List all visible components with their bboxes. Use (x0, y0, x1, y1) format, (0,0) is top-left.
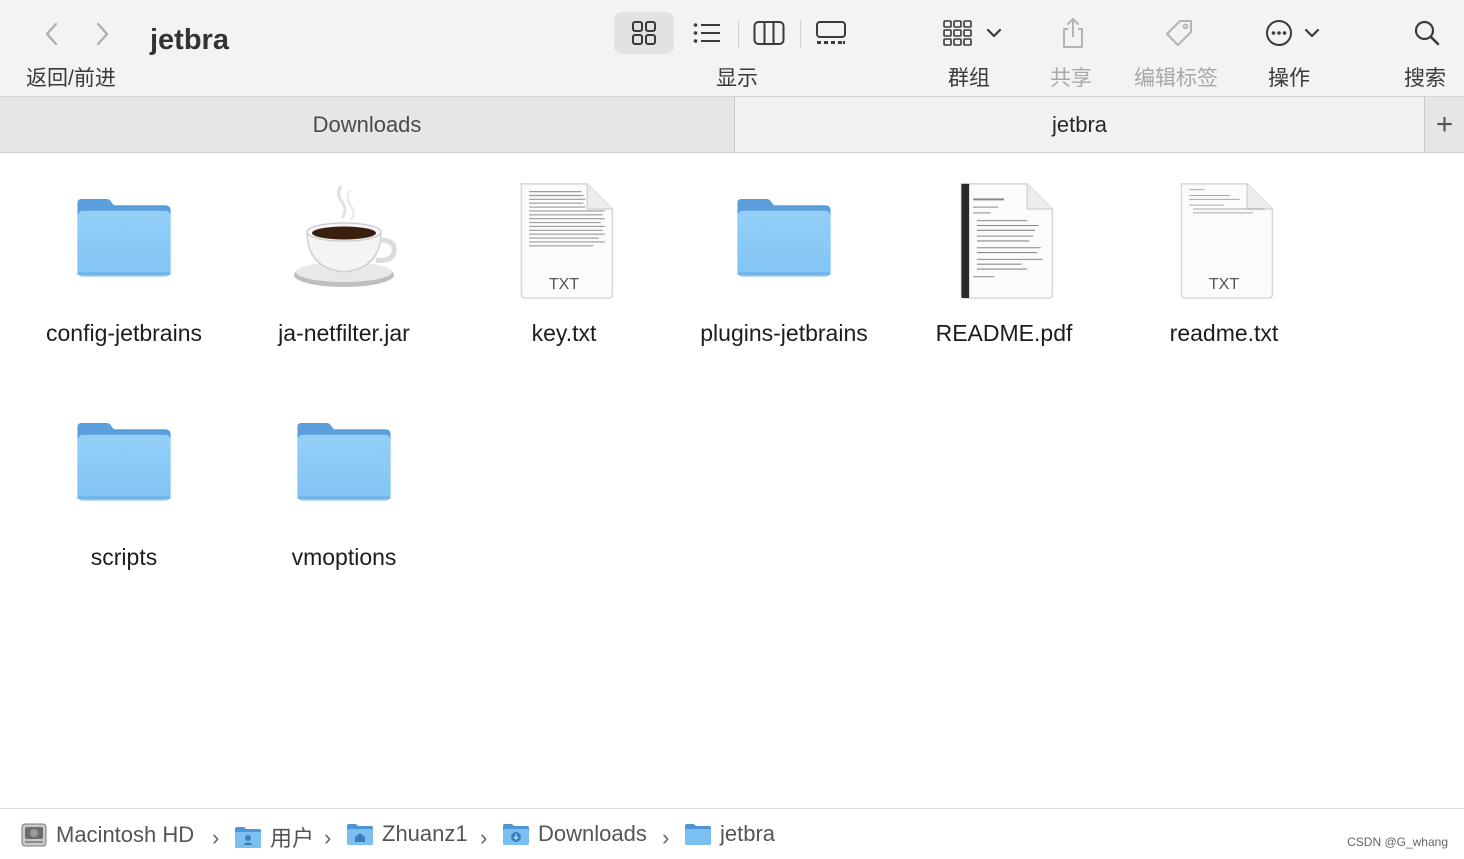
downloads-folder-icon (503, 824, 529, 845)
path-item-users[interactable]: 用户 (234, 821, 314, 853)
users-folder-icon (235, 827, 261, 848)
item-name: vmoptions (291, 544, 397, 570)
item-name: readme.txt (1169, 320, 1279, 346)
action-label: 操作 (1268, 67, 1310, 90)
path-separator-icon: › (480, 825, 488, 850)
path-item-jetbra[interactable]: jetbra (684, 821, 775, 847)
folder-icon (77, 198, 171, 277)
tab-label: Downloads (312, 111, 422, 137)
share-label: 共享 (1050, 67, 1092, 90)
path-item-downloads[interactable]: Downloads (502, 821, 647, 847)
file-type-badge: TXT (548, 276, 580, 293)
grid-icon (632, 21, 656, 45)
path-item-macintosh-hd[interactable]: Macintosh HD (20, 821, 194, 849)
chevron-right-icon (96, 22, 109, 46)
new-tab-button[interactable]: + (1425, 97, 1464, 152)
share-icon (1063, 18, 1083, 48)
path-bar: Macintosh HD › 用户 › Zhuanz1 › Downloads … (0, 808, 1464, 859)
plus-icon: + (1435, 107, 1454, 141)
icon-view-button[interactable] (614, 12, 674, 54)
path-item-label: Macintosh HD (56, 822, 195, 847)
list-view-button[interactable] (686, 12, 728, 54)
path-item-label: 用户 (270, 826, 315, 851)
group-button[interactable] (938, 12, 1008, 54)
more-circle-icon (1266, 20, 1292, 46)
column-view-button[interactable] (748, 12, 790, 54)
path-separator-icon: › (212, 825, 220, 850)
search-button[interactable] (1406, 12, 1448, 54)
back-forward-label: 返回/前进 (26, 67, 116, 90)
back-button[interactable] (32, 14, 72, 54)
path-item-label: jetbra (720, 821, 776, 846)
tab-downloads[interactable]: Downloads (0, 97, 735, 152)
folder-icon (297, 422, 391, 501)
group-grid-icon (943, 20, 972, 46)
view-label: 显示 (716, 67, 758, 90)
tab-bar: Downloads jetbra + (0, 97, 1464, 153)
action-button[interactable] (1258, 12, 1328, 54)
file-type-badge: TXT (1208, 276, 1240, 293)
edit-tags-label: 编辑标签 (1134, 67, 1218, 90)
path-separator-icon: › (662, 825, 670, 850)
columns-icon (753, 21, 785, 45)
search-icon (1414, 20, 1440, 46)
edit-tags-button[interactable] (1158, 12, 1200, 54)
path-item-home[interactable]: Zhuanz1 (346, 821, 468, 847)
path-item-label: Zhuanz1 (382, 821, 468, 846)
group-label: 群组 (948, 67, 990, 90)
forward-button[interactable] (82, 14, 122, 54)
folder-icon (737, 198, 831, 277)
home-folder-icon (347, 824, 373, 845)
folder-icon (77, 422, 171, 501)
list-icon (693, 23, 720, 43)
java-coffee-cup-icon (294, 185, 397, 287)
window-title: jetbra (150, 24, 229, 56)
tag-icon (1166, 20, 1192, 46)
search-label: 搜索 (1404, 67, 1446, 90)
hard-drive-icon (21, 823, 47, 847)
chevron-down-icon (1304, 28, 1320, 38)
toolbar-separator (738, 20, 739, 48)
chevron-left-icon (45, 22, 58, 46)
toolbar: jetbra 返回/前进 显示 群组 共享 编辑标签 操作 搜索 (0, 0, 1464, 97)
tab-jetbra[interactable]: jetbra (735, 97, 1425, 152)
watermark: CSDN @G_whang (1347, 835, 1448, 849)
gallery-icon (816, 21, 846, 44)
share-button[interactable] (1052, 12, 1094, 54)
gallery-view-button[interactable] (810, 12, 852, 54)
folder-icon (685, 824, 711, 845)
chevron-down-icon (986, 28, 1002, 38)
path-separator-icon: › (324, 825, 332, 850)
tab-label: jetbra (1051, 111, 1108, 137)
path-item-label: Downloads (538, 821, 647, 846)
toolbar-separator (800, 20, 801, 48)
pdf-document-icon (960, 183, 1054, 299)
